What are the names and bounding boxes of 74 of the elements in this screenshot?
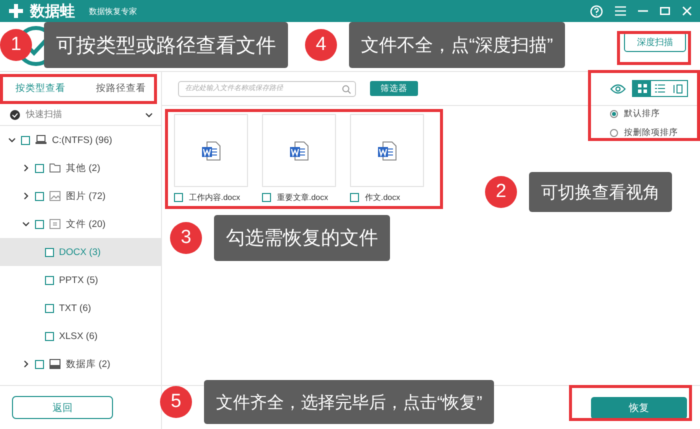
app-name: 数据蛙 (30, 2, 75, 20)
checkbox[interactable] (45, 248, 54, 256)
radio-button[interactable] (610, 110, 618, 118)
file-name: 工作内容.docx (189, 192, 240, 203)
tree-item[interactable]: 图片 (72) (0, 182, 161, 210)
grid-view-icon (638, 84, 646, 93)
image-icon (49, 190, 61, 202)
checkbox[interactable] (21, 136, 30, 144)
document-icon (49, 218, 61, 230)
chevron-down-icon[interactable] (22, 220, 30, 228)
chevron-right-icon[interactable] (22, 360, 30, 368)
file-thumbnail[interactable] (350, 114, 424, 187)
file-name: 作文.docx (365, 192, 400, 203)
word-document-icon (200, 140, 222, 162)
chevron-right-icon[interactable] (22, 192, 30, 200)
app-tagline: 数据恢复专家 (89, 6, 137, 16)
step-number: 5 (160, 386, 192, 418)
tree-item[interactable]: XLSX (6) (0, 322, 161, 350)
chevron-down-icon[interactable] (8, 136, 16, 144)
scan-mode-label: 快速扫描 (26, 108, 62, 121)
database-icon (49, 358, 61, 370)
help-icon[interactable] (590, 4, 603, 18)
file-name: 重要文章.docx (277, 192, 328, 203)
recover-button[interactable]: 恢复 (591, 396, 687, 418)
deep-scan-button[interactable]: 深度扫描 (624, 32, 686, 52)
folder-icon (49, 162, 61, 174)
callout-text: 可按类型或路径查看文件 (44, 22, 288, 68)
checkbox[interactable] (350, 193, 359, 202)
callout-text: 文件齐全，选择完毕后，点击“恢复” (204, 380, 494, 424)
maximize-icon[interactable] (660, 7, 670, 15)
step-number: 3 (170, 222, 202, 254)
eye-icon[interactable] (610, 84, 626, 94)
checkbox[interactable] (45, 276, 54, 284)
check-circle-icon (10, 110, 20, 120)
checkbox[interactable] (35, 164, 44, 172)
sort-option-label: 按删除项排序 (624, 127, 678, 139)
list-view-icon (655, 84, 665, 93)
chevron-down-icon[interactable] (145, 110, 153, 118)
search-icon (342, 84, 351, 94)
view-tab[interactable]: 按路径查看 (96, 82, 146, 94)
tree-item[interactable]: PPTX (5) (0, 266, 161, 294)
close-icon[interactable] (682, 6, 692, 16)
checkbox[interactable] (45, 304, 54, 312)
back-button[interactable]: 返回 (12, 396, 113, 419)
drive-icon (35, 134, 47, 146)
step-number: 4 (305, 29, 337, 61)
callout-text: 文件不全，点“深度扫描” (349, 22, 565, 68)
callout-text: 可切换查看视角 (529, 172, 672, 212)
word-document-icon (376, 140, 398, 162)
step-number: 1 (0, 29, 32, 61)
file-thumbnail[interactable] (174, 114, 248, 187)
detail-view-icon (673, 84, 683, 94)
tree-item[interactable]: 文件 (20) (0, 210, 161, 238)
filter-button[interactable]: 筛选器 (370, 81, 418, 96)
tree-item[interactable]: TXT (6) (0, 294, 161, 322)
chevron-right-icon[interactable] (22, 164, 30, 172)
tree-item[interactable]: 数据库 (2) (0, 350, 161, 378)
checkbox[interactable] (35, 220, 44, 228)
file-thumbnail[interactable] (262, 114, 336, 187)
checkbox[interactable] (35, 192, 44, 200)
menu-icon[interactable] (615, 6, 626, 16)
checkbox[interactable] (174, 193, 183, 202)
callout-text: 勾选需恢复的文件 (214, 215, 390, 261)
view-tab[interactable]: 按类型查看 (15, 82, 66, 94)
tree-item[interactable]: C:(NTFS) (96) (0, 126, 161, 154)
tree-item[interactable]: 其他 (2) (0, 154, 161, 182)
checkbox[interactable] (35, 360, 44, 368)
checkbox[interactable] (45, 332, 54, 340)
word-document-icon (288, 140, 310, 162)
view-mode-button[interactable] (633, 81, 651, 96)
radio-button[interactable] (610, 129, 618, 137)
checkbox[interactable] (262, 193, 271, 202)
sort-option-label: 默认排序 (624, 108, 660, 120)
step-number: 2 (485, 176, 517, 208)
